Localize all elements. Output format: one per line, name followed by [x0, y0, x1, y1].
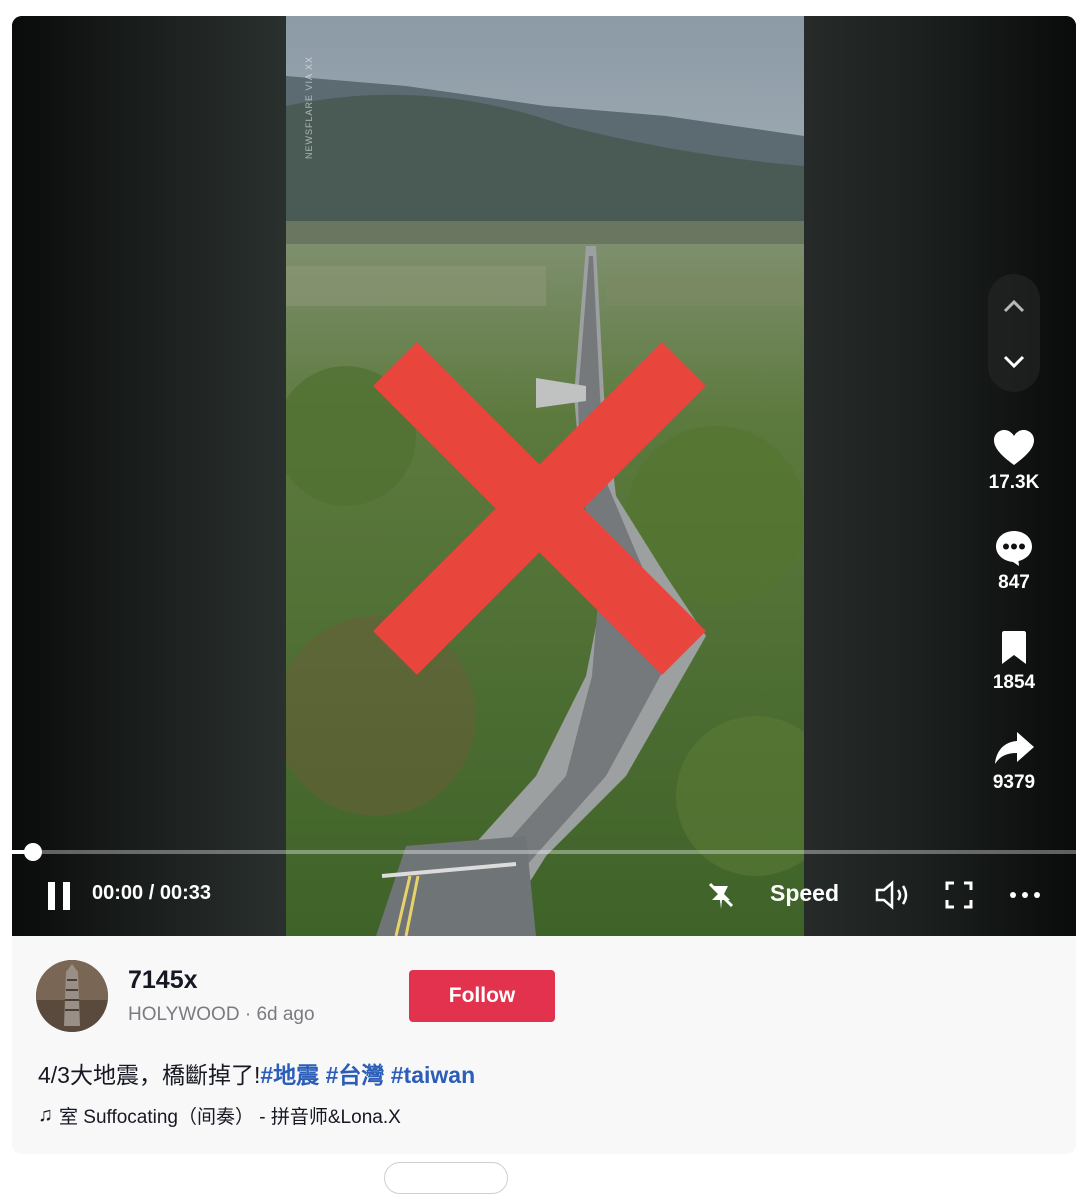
previous-video-button[interactable] [988, 280, 1040, 332]
comment-button[interactable]: 847 [974, 528, 1054, 594]
volume-button[interactable] [874, 880, 912, 910]
hashtag-link[interactable]: #台灣 [326, 1062, 385, 1088]
like-count: 17.3K [988, 472, 1040, 493]
caption-text: 4/3大地震，橋斷掉了! [38, 1062, 261, 1088]
pause-button[interactable] [46, 880, 74, 912]
video-caption: 4/3大地震，橋斷掉了!#地震 #台灣 #taiwan [38, 1056, 475, 1090]
player-controls: 00:00 / 00:33 Speed [12, 866, 1076, 926]
author-meta: HOLYWOOD · 6d ago [128, 1004, 315, 1026]
music-note-icon: ♫ [38, 1104, 53, 1126]
progress-handle[interactable] [24, 843, 42, 861]
video-card: NEWSFLARE VIA XX 17.3K 847 1854 9379 00:… [12, 16, 1076, 1154]
avatar-image [36, 960, 108, 1032]
comment-count: 847 [998, 572, 1030, 593]
bookmark-icon [1002, 631, 1026, 664]
load-more-pill[interactable] [384, 1162, 508, 1194]
video-nav [988, 274, 1040, 392]
author-nickname[interactable]: HOLYWOOD [128, 1004, 240, 1025]
share-count: 9379 [992, 772, 1036, 793]
chevron-down-icon [1003, 355, 1025, 369]
fullscreen-button[interactable] [944, 880, 974, 910]
share-button[interactable]: 9379 [974, 728, 1054, 794]
speed-button[interactable]: Speed [770, 880, 839, 907]
time-separator: / [143, 882, 160, 904]
bookmark-count: 1854 [992, 672, 1036, 693]
floating-player-button[interactable] [706, 880, 736, 910]
chevron-up-icon [1003, 299, 1025, 313]
video-player[interactable]: NEWSFLARE VIA XX 17.3K 847 1854 9379 00:… [12, 16, 1076, 936]
more-icon [1010, 892, 1040, 898]
red-x-mark-icon [373, 342, 706, 675]
author-username[interactable]: 7145x [128, 966, 198, 995]
comment-icon [996, 531, 1032, 566]
more-options-button[interactable] [1008, 880, 1042, 910]
meta-separator: · [239, 1004, 257, 1025]
volume-icon [875, 880, 908, 910]
progress-bar[interactable] [12, 843, 1076, 861]
fullscreen-icon [945, 881, 973, 909]
current-time: 00:00 [92, 882, 144, 904]
music-title: 室 Suffocating（间奏） - 拼音师&Lona.X [59, 1107, 401, 1128]
video-info: 7145x HOLYWOOD · 6d ago Follow 4/3大地震，橋斷… [12, 936, 1076, 1154]
share-icon [995, 732, 1034, 764]
heart-icon [994, 430, 1034, 465]
video-watermark: NEWSFLARE VIA XX [304, 56, 314, 160]
hashtag-link[interactable]: #地震 [260, 1062, 319, 1088]
like-button[interactable]: 17.3K [974, 428, 1054, 494]
pause-icon [48, 882, 70, 910]
follow-button[interactable]: Follow [409, 970, 555, 1022]
next-video-button[interactable] [988, 336, 1040, 388]
music-link[interactable]: ♫ 室 Suffocating（间奏） - 拼音师&Lona.X [38, 1102, 401, 1129]
bookmark-button[interactable]: 1854 [974, 628, 1054, 694]
hashtag-link[interactable]: #taiwan [391, 1062, 475, 1088]
video-blur-left [12, 16, 286, 936]
duration: 00:33 [159, 882, 211, 904]
time-display: 00:00 / 00:33 [92, 882, 211, 905]
post-date: 6d ago [256, 1004, 315, 1025]
avatar[interactable] [36, 960, 108, 1032]
pin-icon [708, 882, 734, 909]
